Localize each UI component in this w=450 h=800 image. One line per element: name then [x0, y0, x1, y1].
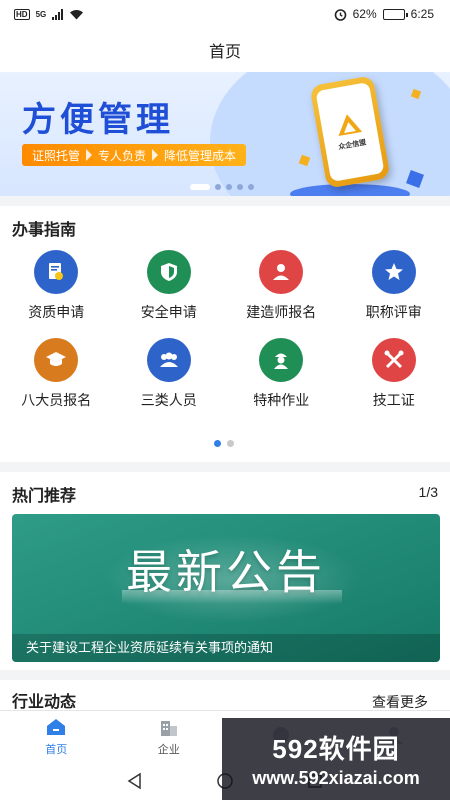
- banner-title: 方便管理: [22, 100, 174, 140]
- guide-title: 办事指南: [12, 222, 77, 239]
- banner-tag: 降低管理成本: [164, 148, 237, 163]
- battery-icon: [382, 8, 408, 20]
- guide-item[interactable]: 特种作业: [225, 338, 338, 426]
- certificate-icon: [34, 250, 79, 294]
- clock: 6:25: [410, 7, 434, 21]
- guide-item-label: 安全申请: [140, 304, 197, 320]
- logo-text: 众企信盟: [337, 139, 367, 152]
- guide-item[interactable]: 三类人员: [113, 338, 226, 426]
- network-type: 5G: [35, 9, 47, 19]
- guide-item[interactable]: 八大员报名: [0, 338, 113, 426]
- phone-screen: 众企信盟: [315, 82, 385, 182]
- tools-icon: [371, 338, 416, 382]
- guide-item-label: 建造师报名: [246, 304, 317, 320]
- banner-tags: 证照托管 专人负责 降低管理成本: [22, 144, 247, 166]
- person-icon: [259, 250, 304, 294]
- guide-item[interactable]: 职称评审: [338, 250, 450, 338]
- page-title: 首页: [208, 44, 241, 61]
- guide-item[interactable]: 资质申请: [0, 250, 113, 338]
- group-icon: [146, 338, 191, 382]
- guide-item[interactable]: 安全申请: [113, 250, 226, 338]
- home-icon: [45, 717, 67, 737]
- banner-dot[interactable]: [248, 184, 254, 190]
- shield-icon: [146, 250, 191, 294]
- signal-icon: [52, 8, 64, 20]
- guide-item[interactable]: 建造师报名: [225, 250, 338, 338]
- banner-dot[interactable]: [190, 184, 210, 190]
- tag-separator-icon: [86, 149, 93, 161]
- notice-banner[interactable]: 最新公告 关于建设工程企业资质延续有关事项的通知: [12, 514, 440, 662]
- status-left: HD 5G: [14, 8, 84, 20]
- watermark: 592软件园 www.592xiazai.com: [222, 718, 450, 800]
- banner-dot[interactable]: [226, 184, 232, 190]
- wifi-icon: [70, 9, 84, 19]
- guide-item[interactable]: 技工证: [338, 338, 450, 426]
- watermark-brand: 592软件园: [272, 734, 400, 764]
- battery-percent: 62%: [352, 7, 377, 21]
- banner-pagination[interactable]: [190, 184, 254, 190]
- banner-tag: 专人负责: [98, 148, 147, 163]
- banner-dot[interactable]: [215, 184, 221, 190]
- industry-section: 行业动态 查看更多: [0, 680, 450, 712]
- graduation-cap-icon: [34, 338, 79, 382]
- status-bar: HD 5G 62% 6:25: [0, 0, 450, 28]
- star-badge-icon: [371, 250, 416, 294]
- guide-item-label: 资质申请: [28, 304, 85, 320]
- tab-enterprise[interactable]: 企业: [113, 711, 226, 762]
- guide-item-label: 技工证: [372, 392, 415, 408]
- guide-item-label: 八大员报名: [21, 392, 92, 408]
- logo-icon: [334, 112, 363, 138]
- title-bar: 首页: [0, 28, 450, 72]
- status-right: 62% 6:25: [334, 7, 434, 21]
- guide-item-label: 职称评审: [365, 304, 422, 320]
- tag-separator-icon: [152, 149, 159, 161]
- industry-title: 行业动态: [12, 694, 77, 711]
- hot-section: 热门推荐 1/3 最新公告 关于建设工程企业资质延续有关事项的通知: [0, 472, 450, 670]
- see-more-link[interactable]: 查看更多: [372, 692, 428, 712]
- alarm-icon: [334, 8, 346, 21]
- back-icon[interactable]: [126, 772, 144, 790]
- hot-counter: 1/3: [418, 484, 438, 500]
- banner-tag: 证照托管: [32, 148, 81, 163]
- guide-page-dot[interactable]: [214, 440, 221, 447]
- banner-dot[interactable]: [237, 184, 243, 190]
- hd-badge: HD: [14, 8, 30, 20]
- tab-home-label: 首页: [45, 743, 68, 756]
- guide-page-dot[interactable]: [227, 440, 234, 447]
- building-icon: [158, 717, 180, 737]
- tab-enterprise-label: 企业: [157, 743, 180, 756]
- notice-reflection: [122, 590, 342, 604]
- tab-home[interactable]: 首页: [0, 711, 113, 762]
- guide-item-label: 特种作业: [253, 392, 310, 408]
- hot-title: 热门推荐: [12, 488, 77, 505]
- promo-banner[interactable]: 方便管理 证照托管 专人负责 降低管理成本 众企信盟: [0, 72, 450, 196]
- watermark-url: www.592xiazai.com: [252, 768, 420, 788]
- guide-grid: 资质申请 安全申请 建造师报名 职称评审八大员报名 三类人员 特种作业 技工证: [0, 250, 450, 426]
- notice-caption[interactable]: 关于建设工程企业资质延续有关事项的通知: [12, 634, 440, 662]
- guide-pagination[interactable]: [214, 440, 234, 447]
- worker-icon: [259, 338, 304, 382]
- guide-section: 办事指南 资质申请 安全申请 建造师报名 职称评审八大员报名 三类人员 特种作业 技工证: [0, 206, 450, 462]
- guide-item-label: 三类人员: [140, 392, 197, 408]
